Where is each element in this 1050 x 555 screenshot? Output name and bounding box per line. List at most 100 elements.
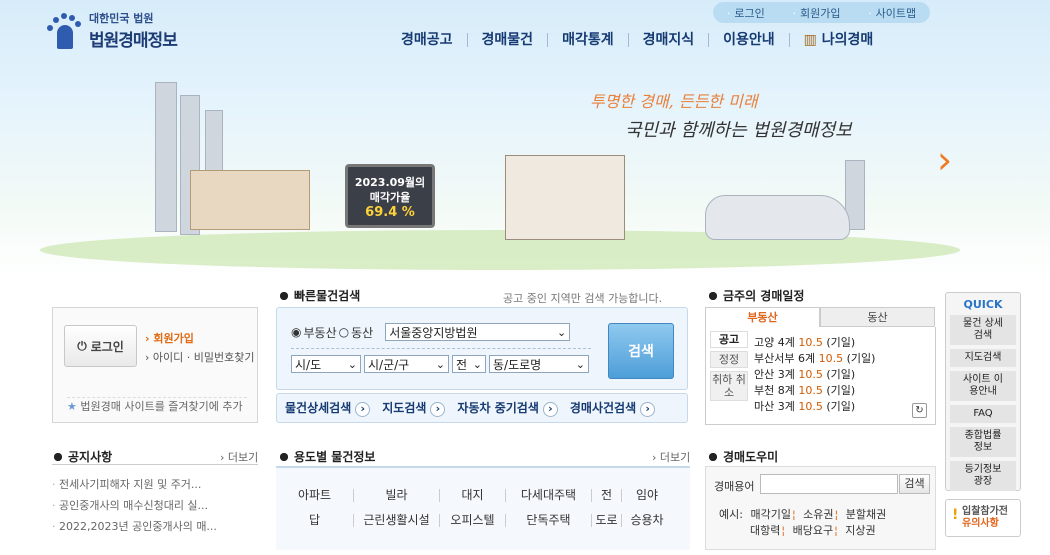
radio-realestate-label: 부동산 [303, 325, 337, 340]
example-term[interactable]: 대항력 [750, 524, 785, 537]
usage-forest[interactable]: 임야 [622, 489, 672, 502]
sido-select[interactable]: 시/도 [291, 355, 361, 373]
quick-registry[interactable]: 등기정보 광장 [950, 461, 1016, 491]
refresh-icon[interactable]: ↻ [912, 403, 927, 418]
next-slide-arrow-icon[interactable]: › [937, 140, 963, 180]
map-search-link[interactable]: 지도검색 [382, 399, 445, 417]
quick-map-search[interactable]: 지도검색 [950, 349, 1016, 367]
quick-legal-info[interactable]: 종합법률 정보 [950, 427, 1016, 457]
nav-auction-notice[interactable]: 경매공고 [401, 33, 467, 47]
usage-villa[interactable]: 빌라 [354, 489, 440, 502]
usage-row-1: 아파트 빌라 대지 다세대주택 전 임야 [276, 489, 690, 502]
usage-land[interactable]: 대지 [440, 489, 506, 502]
car-illustration [705, 195, 850, 240]
billboard-line2: 매각가율 [369, 191, 411, 204]
nav-usage-guide[interactable]: 이용안내 [708, 33, 789, 47]
main-navigation: 경매공고 경매물건 매각통계 경매지식 이용안내 ▥ 나의경매 [401, 33, 887, 47]
hero-slogan-1: 투명한 경매, 든든한 미래 [590, 92, 758, 111]
usage-detached[interactable]: 단독주택 [506, 514, 592, 527]
usage-multifamily[interactable]: 다세대주택 [506, 489, 592, 502]
usage-field[interactable]: 전 [592, 489, 622, 502]
star-icon: ★ [67, 400, 81, 413]
usage-road[interactable]: 도로 [592, 514, 622, 527]
list-item[interactable]: 부산서부 6계 10.5 (기일) [754, 351, 875, 367]
quick-usage-guide[interactable]: 사이트 이용안내 [950, 371, 1016, 401]
quick-menu: QUICK 물건 상세검색 지도검색 사이트 이용안내 FAQ 종합법률 정보 … [945, 292, 1021, 491]
schedule-kind: (기일) [826, 384, 856, 397]
usage-title: 용도별 물건정보 [280, 448, 375, 465]
usage-car[interactable]: 승용차 [622, 514, 672, 527]
login-button[interactable]: ⏻ 로그인 [64, 325, 137, 367]
example-term[interactable]: 배당요구 [793, 524, 838, 537]
type-correction[interactable]: 정정 [710, 351, 748, 368]
house-illustration [190, 170, 310, 230]
dong-type-select-value: 전 [456, 357, 468, 372]
billboard-line1: 2023.09월의 [354, 176, 426, 189]
util-sitemap-link[interactable]: 사이트맵 [868, 5, 916, 21]
type-notice[interactable]: 공고 [710, 331, 748, 348]
example-term[interactable]: 매각기일 [750, 508, 795, 521]
notice-more-link[interactable]: 더보기 [220, 449, 258, 465]
nav-auction-knowledge[interactable]: 경매지식 [627, 33, 709, 47]
usage-apartment[interactable]: 아파트 [276, 489, 354, 502]
example-term[interactable]: 분할채권 [846, 508, 886, 521]
search-button[interactable]: 검색 [608, 323, 674, 379]
utility-menu: 로그인 회원가입 사이트맵 [713, 2, 930, 23]
road-select[interactable]: 동/도로명 [489, 355, 589, 373]
quick-menu-title: QUICK [963, 298, 1003, 311]
login-box: ⏻ 로그인 › 회원가입 › 아이디 · 비밀번호찾기 ★ 법원경매 사이트를 즐… [52, 307, 258, 423]
tab-realestate[interactable]: 부동산 [705, 307, 820, 327]
term-search-button[interactable]: 검색 [899, 474, 930, 494]
tab-movable[interactable]: 동산 [820, 307, 935, 327]
quick-detail-search[interactable]: 물건 상세검색 [950, 315, 1016, 345]
auction-helper-box: 경매용어 검색 예시: 매각기일 소유권 분할채권 대항력 배당요구 지상권 [705, 466, 936, 550]
power-icon: ⏻ [77, 338, 87, 353]
sigungu-select[interactable]: 시/군/구 [364, 355, 449, 373]
list-item[interactable]: 전세사기피해자 지원 및 주거... [52, 474, 258, 495]
sigungu-select-value: 시/군/구 [368, 357, 410, 372]
case-search-link[interactable]: 경매사건검색 [570, 399, 655, 417]
usage-paddy[interactable]: 답 [276, 514, 354, 527]
nav-auction-items[interactable]: 경매물건 [466, 33, 548, 47]
util-join-link[interactable]: 회원가입 [792, 5, 840, 21]
quick-faq[interactable]: FAQ [950, 405, 1016, 423]
court-select[interactable]: 서울중앙지방법원 [385, 323, 571, 341]
dong-type-select[interactable]: 전 [452, 355, 486, 373]
usage-more-link[interactable]: 더보기 [652, 449, 690, 465]
bid-notice-link[interactable]: 입찰참가전 유의사항 [945, 499, 1021, 537]
list-item[interactable]: 안산 3계 10.5 (기일) [754, 367, 875, 383]
term-search-input[interactable] [760, 474, 898, 494]
nav-sale-statistics[interactable]: 매각통계 [547, 33, 628, 47]
add-favorite-link[interactable]: ★ 법원경매 사이트를 즐겨찾기에 추가 [67, 397, 247, 414]
site-logo[interactable]: 대한민국 법원 법원경매정보 [45, 10, 178, 51]
schedule-date: 10.5 [798, 368, 823, 381]
bid-notice-line1: 입찰참가전 [962, 506, 1008, 517]
schedule-date: 10.5 [798, 400, 823, 413]
schedule-date: 10.5 [818, 352, 844, 365]
detail-search-link[interactable]: 물건상세검색 [285, 399, 370, 417]
quick-links-bar: 물건상세검색 지도검색 자동차 중기검색 경매사건검색 [276, 393, 688, 423]
example-term[interactable]: 지상권 [845, 524, 875, 537]
vehicle-search-link[interactable]: 자동차 중기검색 [457, 399, 557, 417]
usage-officetel[interactable]: 오피스텔 [440, 514, 506, 527]
hero-slogan-2: 국민과 함께하는 법원경매정보 [625, 120, 852, 141]
radio-realestate[interactable]: ◉ [291, 325, 301, 339]
type-cancel[interactable]: 취하 취소 [710, 371, 748, 401]
list-item[interactable]: 2022,2023년 공인중개사의 매... [52, 516, 258, 537]
list-item[interactable]: 마산 3계 10.5 (기일) [754, 399, 875, 415]
find-account-link[interactable]: › 아이디 · 비밀번호찾기 [145, 349, 254, 365]
schedule-place: 부천 8계 [754, 384, 795, 397]
list-item[interactable]: 고양 4계 10.5 (기일) [754, 335, 875, 351]
list-item[interactable]: 공인중개사의 매수신청대리 실... [52, 495, 258, 516]
schedule-kind: (기일) [826, 336, 856, 349]
bid-notice-line2: 유의사항 [962, 518, 999, 529]
usage-neighborhood[interactable]: 근린생활시설 [354, 514, 440, 527]
join-link[interactable]: › 회원가입 [145, 330, 194, 346]
util-login-link[interactable]: 로그인 [727, 5, 764, 21]
schedule-kind: (기일) [826, 368, 856, 381]
nav-my-auction[interactable]: ▥ 나의경매 [788, 33, 888, 47]
schedule-kind: (기일) [826, 400, 856, 413]
radio-movable[interactable]: ○ [339, 325, 349, 339]
list-item[interactable]: 부천 8계 10.5 (기일) [754, 383, 875, 399]
example-term[interactable]: 소유권 [803, 508, 838, 521]
